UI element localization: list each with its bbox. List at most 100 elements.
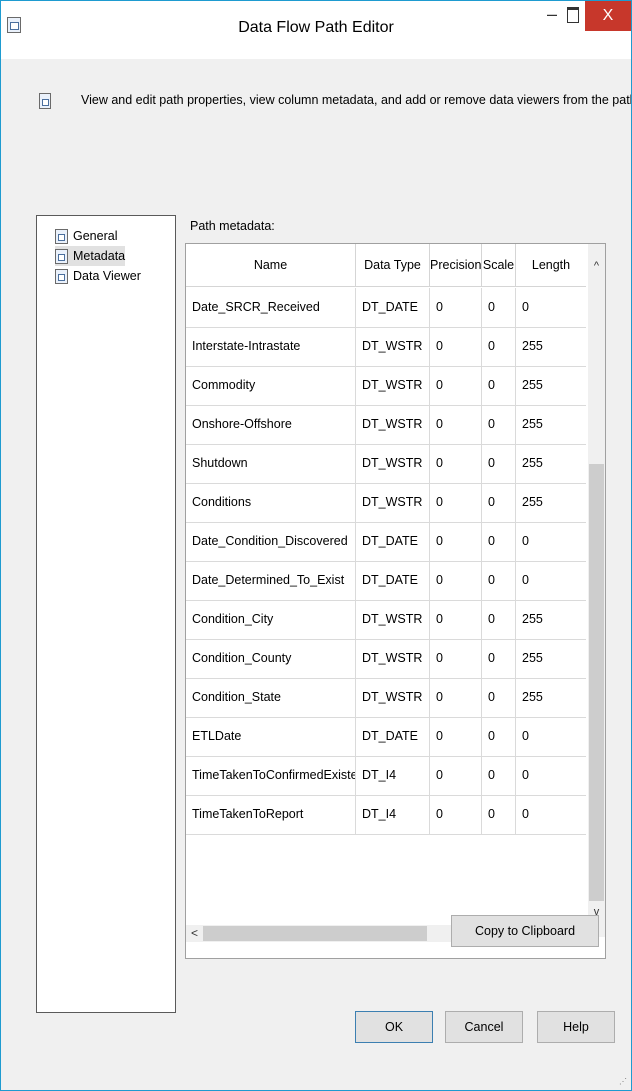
cell-name: TimeTakenToConfirmedExistence (186, 756, 356, 795)
column-header-precision[interactable]: Precision (430, 244, 482, 286)
window-title: Data Flow Path Editor (238, 19, 394, 36)
vertical-scroll-thumb[interactable] (589, 464, 604, 901)
cell-scale: 0 (482, 717, 516, 756)
table-row[interactable]: Commodity DT_WSTR 0 0 255 (186, 366, 586, 406)
cell-data-type: DT_WSTR (356, 483, 430, 522)
table-row[interactable]: Date_SRCR_Received DT_DATE 0 0 0 (186, 288, 586, 328)
cell-name: Date_Condition_Discovered (186, 522, 356, 561)
vertical-scrollbar[interactable]: ^ v (588, 244, 605, 937)
cell-length: 255 (522, 495, 543, 509)
column-header-data-type[interactable]: Data Type (356, 244, 430, 286)
cell-name: Conditions (186, 483, 356, 522)
cell-scale: 0 (482, 405, 516, 444)
table-row[interactable]: Date_Determined_To_Exist DT_DATE 0 0 0 (186, 561, 586, 601)
column-header-length[interactable]: Length (516, 244, 586, 286)
dialog-content: View and edit path properties, view colu… (1, 59, 631, 1090)
cell-length: 0 (522, 807, 529, 821)
cell-scale: 0 (482, 561, 516, 600)
table-row[interactable]: Interstate-Intrastate DT_WSTR 0 0 255 (186, 327, 586, 367)
resize-grip-icon[interactable]: ⋰ (619, 1077, 629, 1087)
cancel-button[interactable]: Cancel (445, 1011, 523, 1043)
cell-scale: 0 (482, 600, 516, 639)
cell-precision: 0 (430, 288, 482, 327)
table-row[interactable]: Date_Condition_Discovered DT_DATE 0 0 0 (186, 522, 586, 562)
cell-name: Shutdown (186, 444, 356, 483)
cell-data-type: DT_DATE (356, 288, 430, 327)
cell-data-type: DT_I4 (356, 795, 430, 834)
title-bar[interactable]: Data Flow Path Editor – X (1, 1, 631, 59)
cell-precision: 0 (430, 522, 482, 561)
cell-length: 255 (522, 612, 543, 626)
description-icon (39, 93, 51, 109)
cell-length: 255 (522, 651, 543, 665)
cell-name: Date_SRCR_Received (186, 288, 356, 327)
maximize-button[interactable] (567, 7, 579, 23)
cell-name: Interstate-Intrastate (186, 327, 356, 366)
cell-length: 255 (522, 339, 543, 353)
ok-button[interactable]: OK (355, 1011, 433, 1043)
cell-name: ETLDate (186, 717, 356, 756)
cell-name: Condition_City (186, 600, 356, 639)
table-row[interactable]: TimeTakenToReport DT_I4 0 0 0 (186, 795, 586, 835)
horizontal-scroll-thumb[interactable] (203, 926, 427, 941)
cell-scale: 0 (482, 522, 516, 561)
cell-length: 0 (522, 729, 529, 743)
cell-precision: 0 (430, 405, 482, 444)
grid-header: Name Data Type Precision Scale Length (186, 244, 586, 287)
dialog-window: Data Flow Path Editor – X View and edit … (0, 0, 632, 1091)
cell-scale: 0 (482, 639, 516, 678)
cell-length: 255 (522, 378, 543, 392)
metadata-grid[interactable]: Name Data Type Precision Scale Length Da… (185, 243, 606, 959)
table-row[interactable]: ETLDate DT_DATE 0 0 0 (186, 717, 586, 757)
cell-scale: 0 (482, 327, 516, 366)
nav-item-general[interactable]: General (55, 226, 117, 246)
cell-data-type: DT_DATE (356, 717, 430, 756)
cell-name: Condition_County (186, 639, 356, 678)
cell-precision: 0 (430, 639, 482, 678)
cell-name: Condition_State (186, 678, 356, 717)
cell-length: 0 (522, 300, 529, 314)
cell-scale: 0 (482, 678, 516, 717)
table-row[interactable]: Onshore-Offshore DT_WSTR 0 0 255 (186, 405, 586, 445)
cell-precision: 0 (430, 561, 482, 600)
scroll-up-arrow-icon[interactable]: ^ (588, 258, 605, 275)
cell-length: 255 (522, 456, 543, 470)
page-icon (55, 249, 68, 264)
cell-data-type: DT_WSTR (356, 444, 430, 483)
cell-name: Date_Determined_To_Exist (186, 561, 356, 600)
cell-scale: 0 (482, 483, 516, 522)
table-row[interactable]: Condition_City DT_WSTR 0 0 255 (186, 600, 586, 640)
close-button[interactable]: X (585, 1, 631, 31)
nav-item-data-viewer[interactable]: Data Viewer (55, 266, 141, 286)
description-text: View and edit path properties, view colu… (81, 93, 632, 107)
table-row[interactable]: Conditions DT_WSTR 0 0 255 (186, 483, 586, 523)
minimize-button[interactable]: – (541, 5, 563, 27)
table-row[interactable]: TimeTakenToConfirmedExistence DT_I4 0 0 … (186, 756, 586, 796)
cell-length: 255 (522, 417, 543, 431)
cell-precision: 0 (430, 483, 482, 522)
nav-item-label: Metadata (73, 249, 126, 263)
cell-length: 0 (522, 573, 529, 587)
cell-data-type: DT_WSTR (356, 639, 430, 678)
cell-length: 0 (522, 768, 529, 782)
column-header-name[interactable]: Name (186, 244, 356, 286)
help-button[interactable]: Help (537, 1011, 615, 1043)
cell-precision: 0 (430, 678, 482, 717)
table-row[interactable]: Condition_County DT_WSTR 0 0 255 (186, 639, 586, 679)
cell-precision: 0 (430, 600, 482, 639)
cell-scale: 0 (482, 756, 516, 795)
cell-data-type: DT_WSTR (356, 405, 430, 444)
column-header-scale[interactable]: Scale (482, 244, 516, 286)
copy-to-clipboard-button[interactable]: Copy to Clipboard (451, 915, 599, 947)
scroll-left-arrow-icon[interactable]: < (186, 925, 203, 942)
nav-item-metadata[interactable]: Metadata (55, 246, 126, 266)
cell-scale: 0 (482, 795, 516, 834)
cell-precision: 0 (430, 717, 482, 756)
cell-data-type: DT_WSTR (356, 678, 430, 717)
table-row[interactable]: Condition_State DT_WSTR 0 0 255 (186, 678, 586, 718)
nav-item-label: General (73, 229, 118, 243)
cell-data-type: DT_DATE (356, 561, 430, 600)
table-row[interactable]: Shutdown DT_WSTR 0 0 255 (186, 444, 586, 484)
page-icon (55, 229, 68, 244)
cell-precision: 0 (430, 444, 482, 483)
